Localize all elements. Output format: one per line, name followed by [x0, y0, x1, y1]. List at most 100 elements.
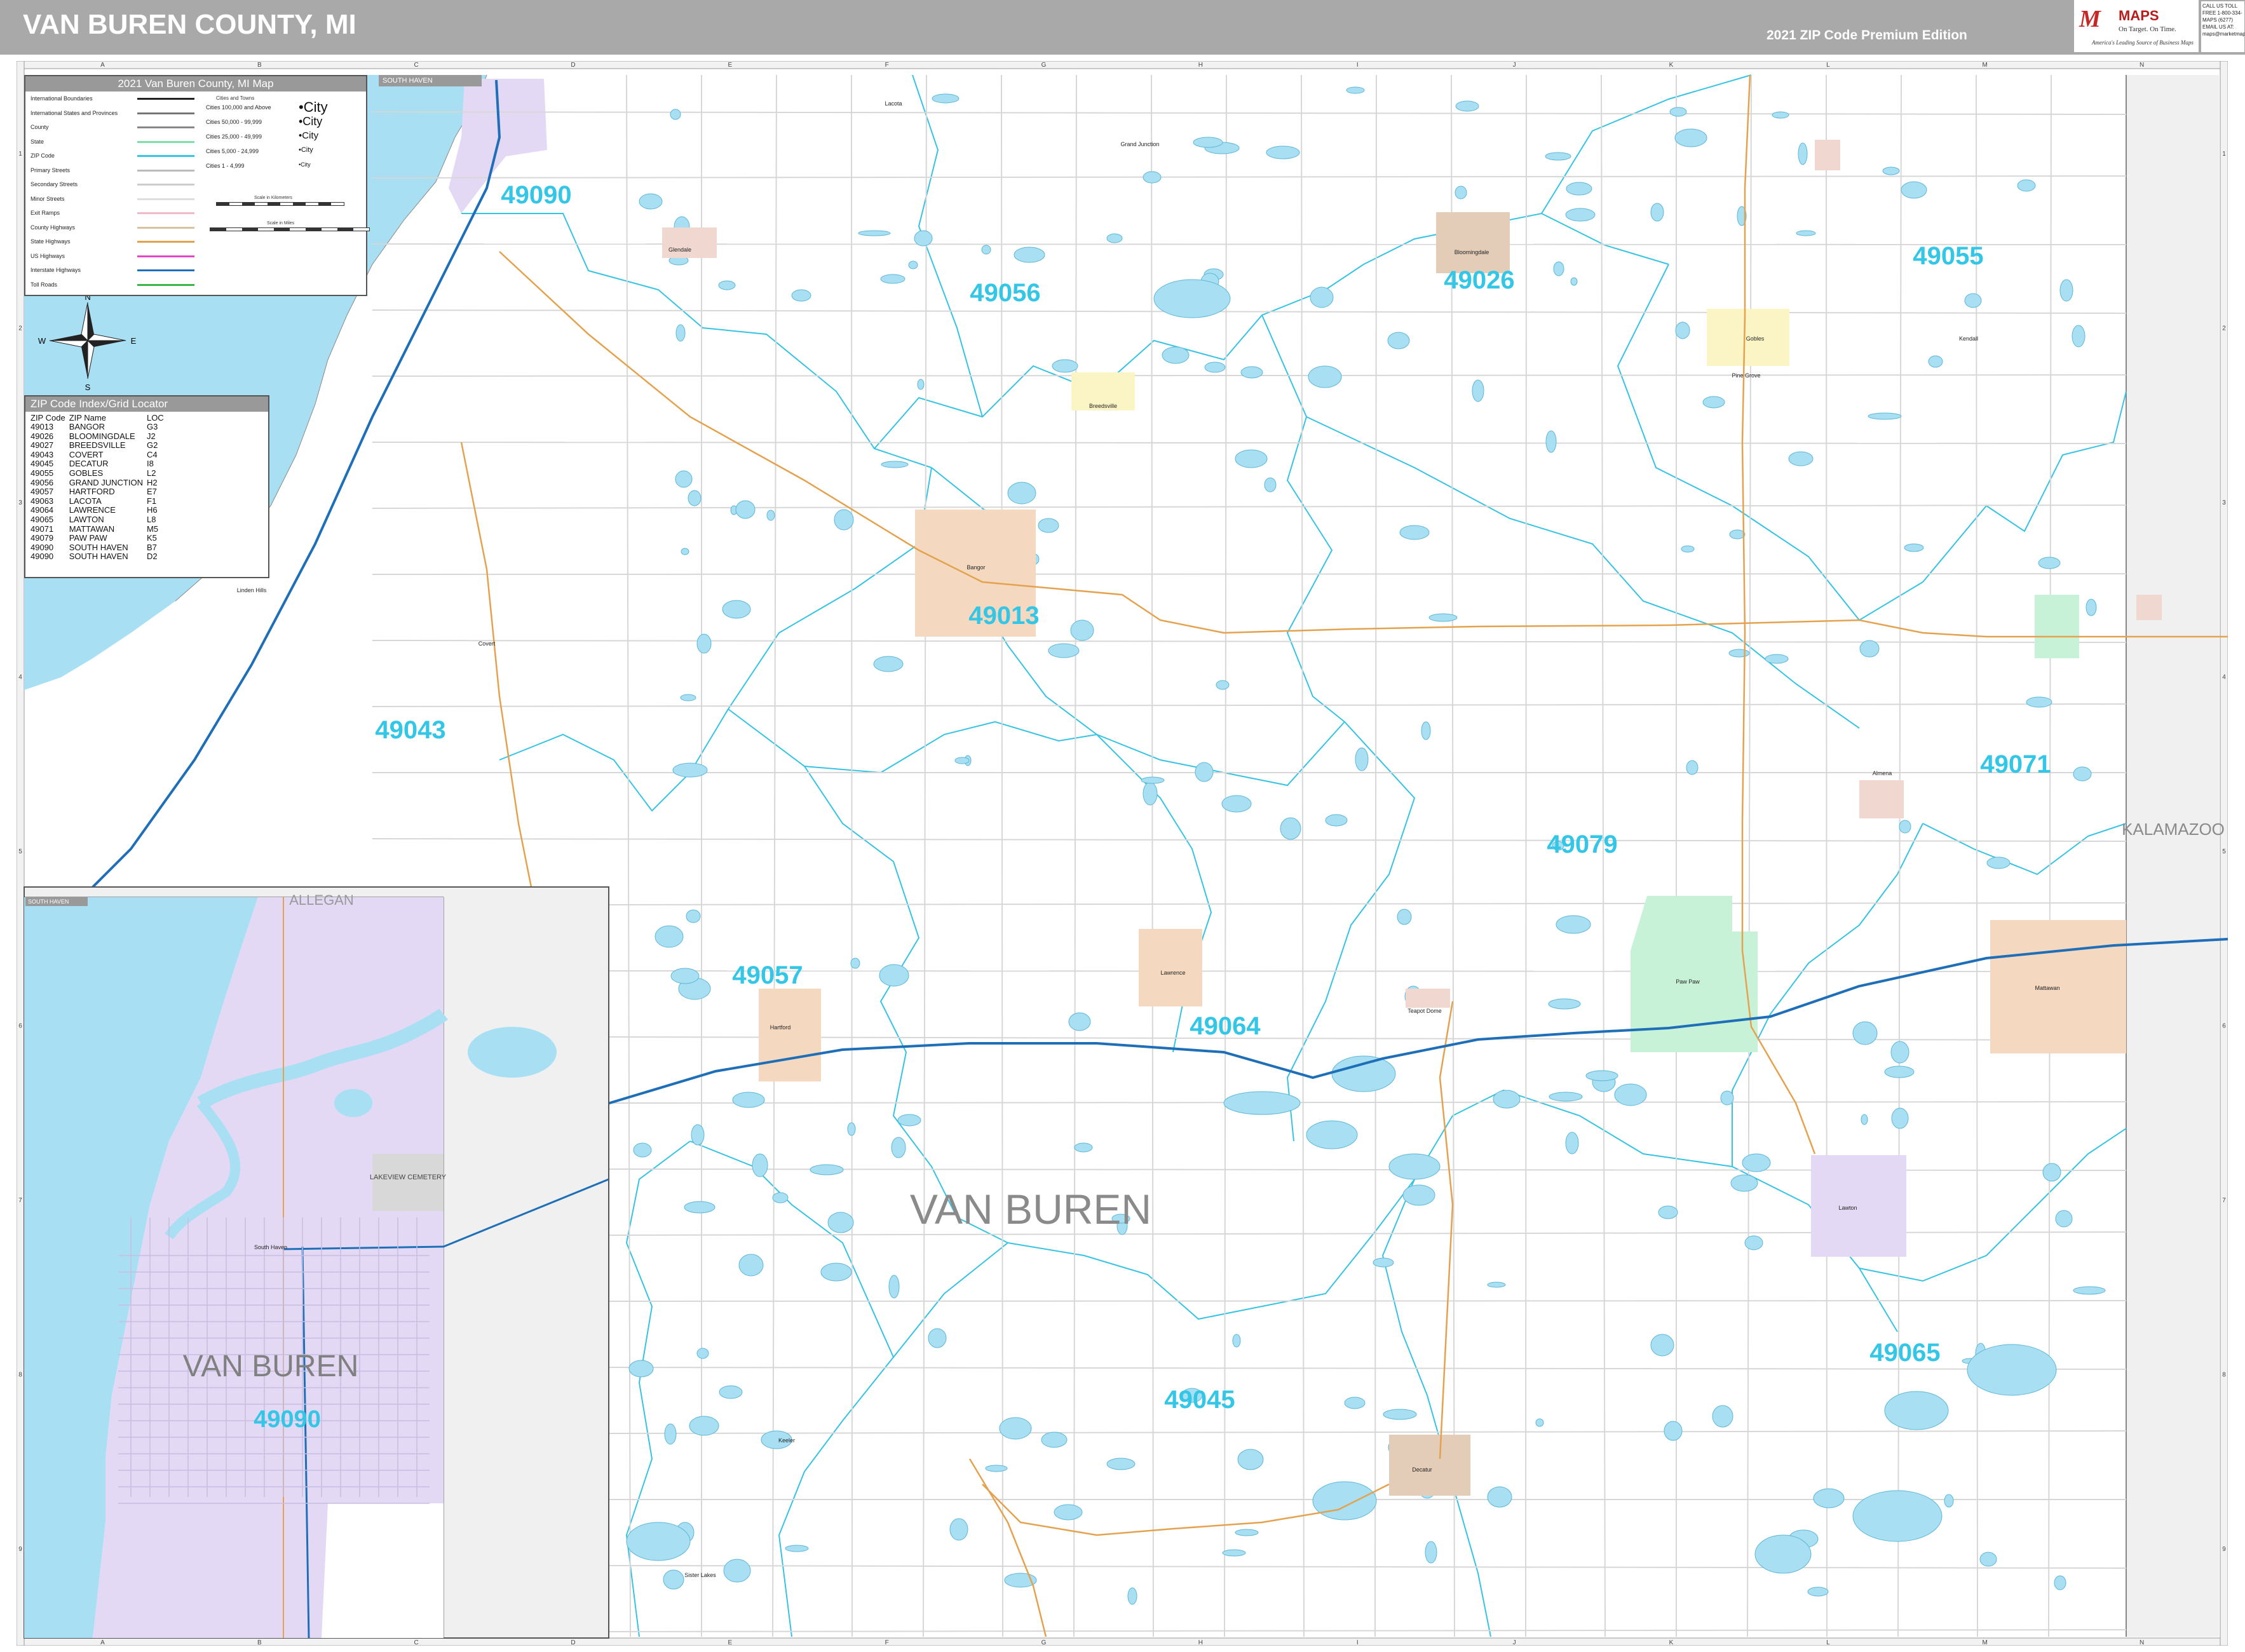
grid-ruler-top	[17, 61, 2228, 69]
grid-row-label: 9	[2222, 1546, 2226, 1553]
lake	[1720, 1090, 1734, 1106]
legend-item-label: County	[31, 124, 49, 130]
lake	[1669, 107, 1687, 117]
zip-index-loc: H2	[146, 477, 158, 487]
grid-column-label: F	[885, 62, 889, 69]
grid-row-label: 6	[18, 1022, 22, 1029]
grid-column-label: B	[257, 62, 262, 69]
grid-row-label: 5	[18, 848, 22, 855]
grid-column-label: L	[1826, 1639, 1830, 1646]
lake	[1798, 142, 1808, 165]
lake	[1106, 233, 1123, 243]
town-label-glendale: Glendale	[668, 247, 691, 253]
lake	[680, 694, 696, 701]
lake	[847, 1122, 856, 1136]
lake	[1455, 186, 1467, 200]
lake	[785, 1545, 809, 1552]
state-game-area	[2035, 595, 2079, 658]
lake	[1807, 1587, 1829, 1597]
town-label-sister-lakes: Sister Lakes	[684, 1572, 716, 1578]
legend-city-size-label: Cities 5,000 - 24,999	[206, 148, 259, 154]
lake	[722, 600, 751, 619]
lake	[738, 1254, 764, 1276]
zip-index-title: ZIP Code Index/Grid Locator	[25, 396, 268, 412]
zip-index-code: 49064	[31, 505, 54, 515]
lake	[684, 1201, 716, 1214]
south-haven-inset[interactable]: ALLEGAN VAN BUREN 49090 South Haven LAKE…	[24, 886, 609, 1639]
lake	[2017, 179, 2036, 192]
legend-item-swatch	[137, 198, 194, 200]
lake	[1899, 820, 1911, 834]
lake	[949, 1518, 968, 1541]
grid-column-label: L	[1826, 62, 1830, 69]
zip-index-name: LACOTA	[69, 496, 102, 506]
lake	[686, 909, 701, 923]
lake	[954, 757, 970, 764]
lake	[1535, 1418, 1544, 1427]
grid-column-label: N	[2140, 1639, 2144, 1646]
zip-index-name: SOUTH HAVEN	[69, 552, 128, 562]
lake	[1054, 1504, 1083, 1520]
zip-index-header-code: ZIP Code	[31, 413, 65, 423]
grid-row-label: 8	[18, 1371, 22, 1378]
zip-index-loc: G3	[146, 422, 158, 431]
zip-index-loc: L8	[146, 514, 156, 524]
road-line	[851, 74, 853, 1637]
zip-label-49065: 49065	[1869, 1339, 1940, 1367]
lake	[1788, 451, 1814, 466]
legend-item-label: ZIP Code	[31, 152, 55, 159]
zip-index-name: BANGOR	[69, 422, 105, 431]
brand-slogan: America's Leading Source of Business Map…	[2092, 39, 2194, 46]
zip-index-loc: G2	[146, 440, 158, 450]
town-label-kendall: Kendall	[1959, 335, 1978, 342]
lake	[888, 1275, 900, 1299]
inset-zip-label: 49090	[254, 1406, 321, 1433]
lake	[672, 762, 708, 778]
lake	[1106, 1458, 1136, 1470]
zip-index-name: GRAND JUNCTION	[69, 477, 143, 487]
zip-index-row: 49079 PAW PAW K5	[31, 534, 168, 543]
zip-index-header-row: ZIP Code ZIP Name LOC	[31, 413, 168, 423]
town-label-bangor: Bangor	[967, 564, 985, 571]
legend-item-swatch	[137, 255, 194, 257]
lake	[914, 230, 933, 247]
lake	[1223, 1091, 1301, 1115]
zip-index-name: COVERT	[69, 449, 104, 459]
lake	[1074, 1142, 1093, 1153]
zip-index-row: 49043 COVERT C4	[31, 450, 168, 460]
inset-town-label: South Haven	[254, 1244, 287, 1250]
lake	[1570, 277, 1578, 286]
lake	[670, 968, 700, 984]
grid-row-label: 4	[2222, 674, 2226, 681]
lake	[1041, 1432, 1068, 1448]
grid-column-label: M	[1983, 62, 1988, 69]
grid-row-label: 5	[2222, 848, 2226, 855]
town-area-bloomingdale	[1436, 212, 1510, 273]
zip-index-row: 49027 BREEDSVILLE G2	[31, 441, 168, 450]
brand-logo[interactable]: M MAPS On Target. On Time. America's Lea…	[2074, 0, 2199, 52]
grid-row-label: 8	[2222, 1371, 2226, 1378]
legend-item-label: Toll Roads	[31, 281, 58, 288]
lake	[628, 1360, 654, 1378]
lake	[1861, 1114, 1868, 1125]
grid-ruler-bottom	[17, 1637, 2228, 1646]
lake	[664, 1423, 677, 1445]
zip-index-code: 49043	[31, 449, 54, 459]
zip-index-row: 49090 SOUTH HAVEN D2	[31, 552, 168, 562]
lake	[1674, 128, 1707, 147]
lake	[1355, 747, 1369, 771]
zip-label-49056: 49056	[970, 279, 1040, 307]
lake	[1325, 814, 1348, 827]
county-map[interactable]: A A B B C C D D E E F F G G H H I I J J K K L L M M N N 1 1 2 2 3 3 4 4 5 5 6…	[17, 61, 2228, 1646]
lake	[1162, 346, 1190, 364]
zip-index-loc: M5	[146, 524, 159, 534]
lake	[1566, 182, 1592, 196]
zip-index-row: 49071 MATTAWAN M5	[31, 524, 168, 534]
town-label-bloomingdale: Bloomingdale	[1455, 249, 1489, 255]
lake	[772, 1192, 789, 1203]
lake	[1664, 1421, 1683, 1441]
zip-index-row: 49063 LACOTA F1	[31, 496, 168, 506]
town-area-almena	[1859, 780, 1904, 818]
zip-index-name: DECATUR	[69, 459, 109, 469]
legend-city-size-symbol: •City	[299, 130, 319, 141]
